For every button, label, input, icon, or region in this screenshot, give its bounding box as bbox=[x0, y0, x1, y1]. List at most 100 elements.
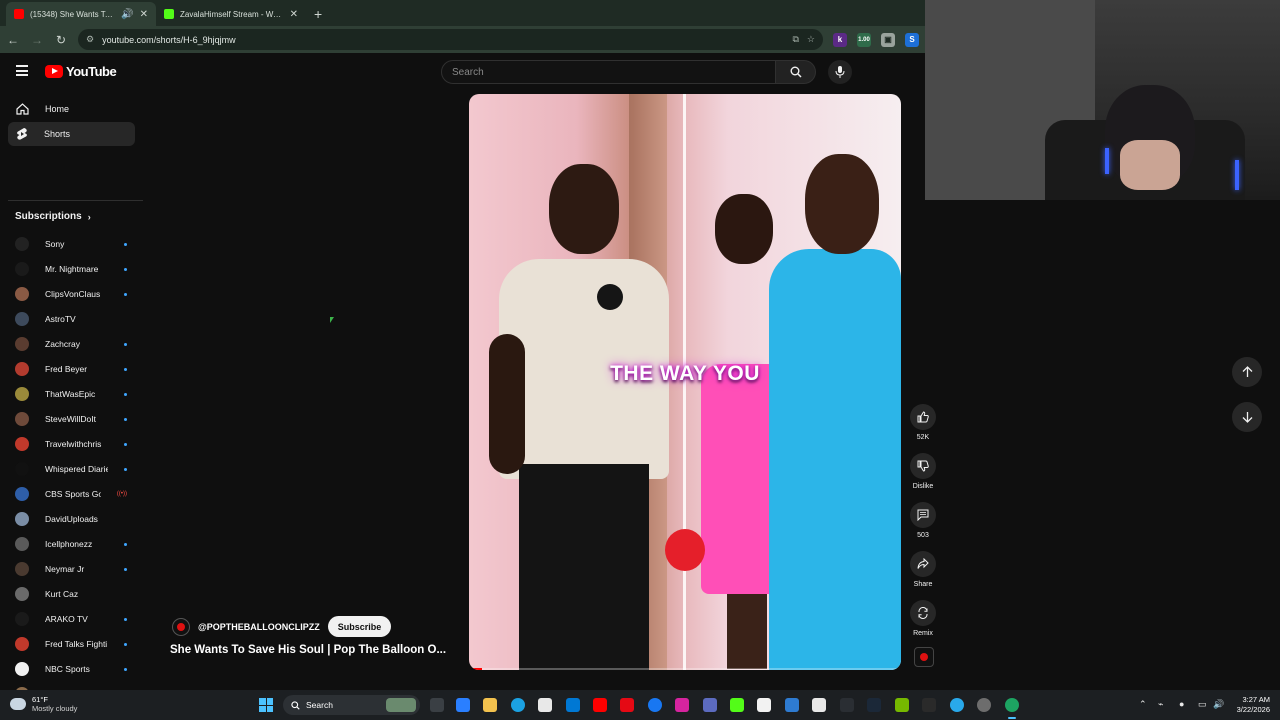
subscription-item[interactable]: DavidUploads bbox=[15, 509, 127, 529]
roblox-icon[interactable] bbox=[812, 698, 826, 712]
windows-start-icon[interactable] bbox=[259, 698, 273, 712]
previous-short-button[interactable] bbox=[1232, 357, 1262, 387]
steam-icon[interactable] bbox=[867, 698, 881, 712]
youtube-logo[interactable]: YouTube bbox=[45, 64, 117, 79]
search-input[interactable] bbox=[441, 60, 776, 84]
kick-app-icon[interactable] bbox=[730, 698, 744, 712]
taskbar-search[interactable]: Search bbox=[283, 695, 420, 715]
network-icon[interactable]: ⌁ bbox=[1158, 699, 1163, 710]
video-progress-bar[interactable] bbox=[469, 668, 901, 670]
chrome-icon[interactable] bbox=[1005, 698, 1019, 712]
subscription-name: Fred Talks Fighti... bbox=[45, 639, 108, 649]
subscription-item[interactable]: ARAKO TV bbox=[15, 609, 127, 629]
display-icon[interactable]: ▭ bbox=[1198, 699, 1207, 710]
search-button[interactable] bbox=[776, 60, 816, 84]
share-button[interactable]: Share bbox=[907, 551, 939, 588]
subscription-item[interactable]: Mr. Nightmare bbox=[15, 259, 127, 279]
reload-icon[interactable]: ↻ bbox=[54, 33, 68, 47]
epic-games-icon[interactable] bbox=[922, 698, 936, 712]
subscriptions-heading[interactable]: Subscriptions › bbox=[15, 211, 91, 222]
forward-icon[interactable]: → bbox=[30, 33, 44, 47]
subscription-item[interactable]: Zachcray bbox=[15, 334, 127, 354]
subscription-item[interactable]: Fred Talks Fighti... bbox=[15, 634, 127, 654]
bookmark-star-icon[interactable]: ☆ bbox=[807, 34, 815, 45]
subscription-item[interactable]: ThatWasEpic bbox=[15, 384, 127, 404]
voice-search-button[interactable] bbox=[828, 60, 852, 84]
site-info-icon[interactable]: ⚙ bbox=[86, 34, 94, 45]
subscription-name: ClipsVonClaus bbox=[45, 289, 101, 299]
facebook-icon[interactable] bbox=[648, 698, 662, 712]
youtube-logo-text: YouTube bbox=[66, 64, 117, 79]
omnibox[interactable]: ⚙ youtube.com/shorts/H-6_9hjqjmw ⧉ ☆ bbox=[78, 29, 823, 50]
install-icon[interactable]: ⧉ bbox=[792, 34, 798, 45]
channel-avatar bbox=[15, 512, 29, 526]
subscription-item[interactable]: Whispered Diaries bbox=[15, 459, 127, 479]
tab-kick[interactable]: ZavalaHimself Stream - Watch ✕ bbox=[156, 2, 306, 26]
like-button[interactable]: 52K bbox=[907, 404, 939, 441]
close-tab-icon[interactable]: ✕ bbox=[140, 9, 148, 20]
weather-widget[interactable]: 61°F Mostly cloudy bbox=[10, 695, 77, 713]
chevron-up-icon[interactable]: ⌃ bbox=[1139, 699, 1147, 710]
copilot-icon[interactable] bbox=[456, 698, 470, 712]
back-icon[interactable]: ← bbox=[6, 33, 20, 47]
weather-desc: Mostly cloudy bbox=[32, 704, 78, 713]
amazon-icon[interactable] bbox=[757, 698, 771, 712]
volume-icon[interactable]: 🔊 bbox=[1213, 699, 1224, 710]
subscription-item[interactable]: Neymar Jr bbox=[15, 559, 127, 579]
dislike-button[interactable]: Dislike bbox=[907, 453, 939, 490]
netflix-icon[interactable] bbox=[620, 698, 634, 712]
tab-youtube[interactable]: (15348) She Wants To Save 🔊 ✕ bbox=[6, 2, 156, 26]
sound-channel-avatar[interactable] bbox=[914, 647, 934, 667]
microphone-tray-icon[interactable]: ● bbox=[1179, 699, 1184, 709]
channel-avatar[interactable] bbox=[172, 617, 190, 636]
channel-name[interactable]: @POPTHEBALLOONCLIPZZ bbox=[198, 622, 320, 632]
hamburger-menu-icon[interactable] bbox=[16, 65, 28, 76]
youtube-app-icon[interactable] bbox=[593, 698, 607, 712]
subscription-item[interactable]: AstroTV bbox=[15, 309, 127, 329]
short-video-player[interactable]: THE WAY YOU bbox=[469, 94, 901, 670]
subscription-item[interactable]: Icellphonezz bbox=[15, 534, 127, 554]
capcut-icon[interactable] bbox=[840, 698, 854, 712]
calendar-app-icon[interactable] bbox=[703, 698, 717, 712]
subscription-item[interactable]: Sony bbox=[15, 234, 127, 254]
instagram-icon[interactable] bbox=[675, 698, 689, 712]
video-caption: THE WAY YOU bbox=[610, 362, 760, 385]
subscription-item[interactable]: Kurt Caz bbox=[15, 584, 127, 604]
subscription-item[interactable]: CBS Sports Gola... ((•)) bbox=[15, 484, 127, 504]
extension-s-icon[interactable]: S bbox=[905, 32, 919, 47]
telegram-icon[interactable] bbox=[950, 698, 964, 712]
sidebar-item-home[interactable]: Home bbox=[8, 97, 135, 121]
channel-avatar bbox=[15, 362, 29, 376]
taskbar-search-label: Search bbox=[306, 700, 333, 710]
new-tab-button[interactable]: + bbox=[306, 6, 330, 26]
extension-counter-icon[interactable]: 1.00 bbox=[857, 32, 871, 47]
extension-k-icon[interactable]: k bbox=[833, 32, 847, 47]
short-title[interactable]: She Wants To Save His Soul | Pop The Bal… bbox=[170, 644, 455, 656]
nvidia-icon[interactable] bbox=[895, 698, 909, 712]
subscription-item[interactable]: NBC Sports bbox=[15, 659, 127, 679]
task-view-icon[interactable] bbox=[430, 698, 444, 712]
speaker-icon[interactable]: 🔊 bbox=[121, 9, 133, 20]
taskbar-clock[interactable]: 3:27 AM 3/22/2026 bbox=[1230, 695, 1270, 715]
outlook-icon[interactable] bbox=[566, 698, 580, 712]
subscription-item[interactable]: Fred Beyer bbox=[15, 359, 127, 379]
comments-button[interactable]: 503 bbox=[907, 502, 939, 539]
remix-button[interactable]: Remix bbox=[907, 600, 939, 637]
close-tab-icon[interactable]: ✕ bbox=[290, 9, 298, 20]
subscription-item[interactable]: Travelwithchris bbox=[15, 434, 127, 454]
subscription-item[interactable]: ClipsVonClaus bbox=[15, 284, 127, 304]
active-app-indicator bbox=[1008, 717, 1016, 719]
channel-avatar bbox=[15, 262, 29, 276]
new-content-dot bbox=[124, 617, 127, 621]
subscription-item[interactable]: SteveWillDoIt bbox=[15, 409, 127, 429]
extension-puzzle-icon[interactable]: ▣ bbox=[881, 32, 895, 47]
snipping-tool-icon[interactable] bbox=[785, 698, 799, 712]
edge-icon[interactable] bbox=[511, 698, 525, 712]
subscribe-button[interactable]: Subscribe bbox=[327, 616, 392, 637]
next-short-button[interactable] bbox=[1232, 402, 1262, 432]
sidebar-item-shorts[interactable]: Shorts bbox=[8, 122, 135, 146]
settings-gear-icon[interactable] bbox=[977, 698, 991, 712]
file-explorer-icon[interactable] bbox=[483, 698, 497, 712]
store-icon[interactable] bbox=[538, 698, 552, 712]
channel-avatar bbox=[15, 287, 29, 301]
